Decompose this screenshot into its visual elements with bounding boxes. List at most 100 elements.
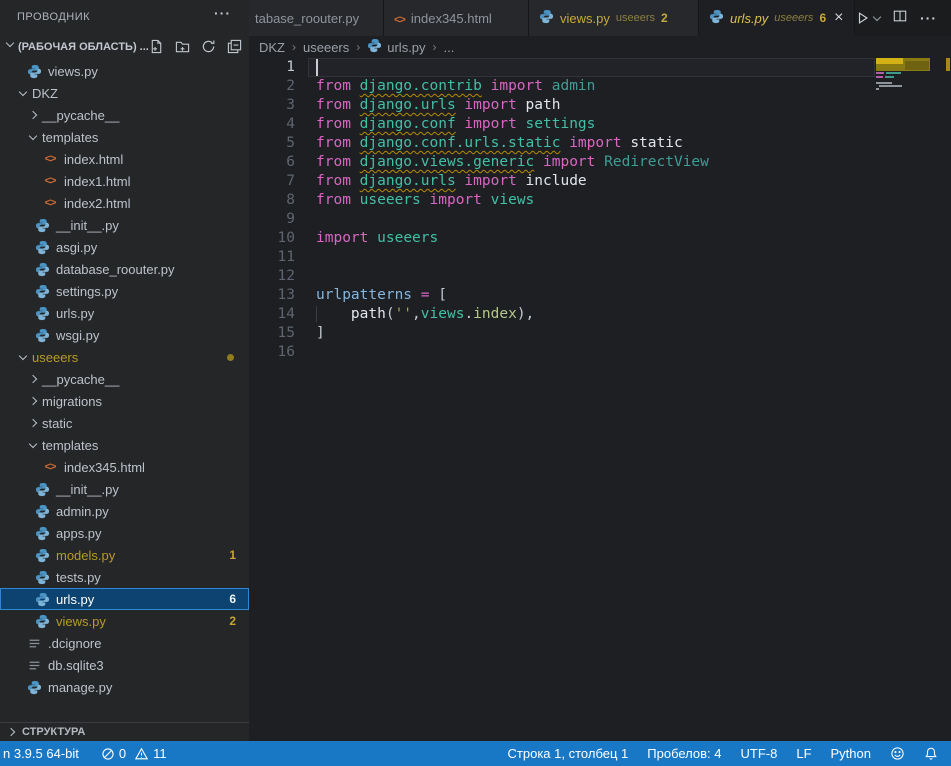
python-icon	[35, 240, 50, 255]
code-line-1[interactable]: 1	[249, 58, 951, 77]
new-folder-button[interactable]	[175, 39, 190, 54]
tree-item-views-py[interactable]: views.py2	[0, 610, 249, 632]
breadcrumb-item-dkz[interactable]: DKZ	[259, 40, 285, 55]
language-mode-item[interactable]: Python	[831, 746, 871, 761]
code-line-7[interactable]: 7from django.urls import include	[249, 172, 951, 191]
tree-item-apps-py[interactable]: apps.py	[0, 522, 249, 544]
breadcrumb-item--[interactable]: ...	[444, 40, 455, 55]
modified-dot-badge	[227, 354, 234, 361]
cursor-position-item[interactable]: Строка 1, столбец 1	[508, 746, 629, 761]
tree-item-db-sqlite3[interactable]: db.sqlite3	[0, 654, 249, 676]
code-line-15[interactable]: 15]	[249, 324, 951, 343]
tab-tabase-roouter-py[interactable]: tabase_roouter.py	[249, 0, 384, 36]
line-number: 14	[249, 305, 295, 324]
tree-item-urls-py[interactable]: urls.py	[0, 302, 249, 324]
tab-index345-html[interactable]: <>index345.html	[384, 0, 529, 36]
code-line-6[interactable]: 6from django.views.generic import Redire…	[249, 153, 951, 172]
code-line-8[interactable]: 8from useeers import views	[249, 191, 951, 210]
tree-item-wsgi-py[interactable]: wsgi.py	[0, 324, 249, 346]
bell-icon[interactable]	[924, 746, 938, 761]
tree-item-migrations[interactable]: migrations	[0, 390, 249, 412]
python-interpreter-item[interactable]: n 3.9.5 64-bit	[3, 746, 79, 761]
breadcrumb-item-urls-py[interactable]: urls.py	[367, 38, 425, 56]
code-line-5[interactable]: 5from django.conf.urls.static import sta…	[249, 134, 951, 153]
code-line-10[interactable]: 10import useeers	[249, 229, 951, 248]
tree-item-views-py[interactable]: views.py	[0, 60, 249, 82]
tree-item-useeers[interactable]: useeers	[0, 346, 249, 368]
code-line-14[interactable]: 14 path('',views.index),	[249, 305, 951, 324]
outline-section-header[interactable]: СТРУКТУРА	[0, 722, 249, 741]
line-number: 2	[249, 77, 295, 96]
problems-item[interactable]: 0 11	[101, 746, 167, 761]
refresh-button[interactable]	[201, 39, 216, 54]
feedback-icon[interactable]	[890, 746, 905, 761]
tree-item-asgi-py[interactable]: asgi.py	[0, 236, 249, 258]
tree-item-settings-py[interactable]: settings.py	[0, 280, 249, 302]
workspace-section-header[interactable]: (РАБОЧАЯ ОБЛАСТЬ) ...	[0, 35, 249, 58]
tree-item-label: database_roouter.py	[56, 262, 175, 277]
run-python-file-button[interactable]	[856, 11, 880, 25]
tree-item-index-html[interactable]: <>index.html	[0, 148, 249, 170]
tree-item-dkz[interactable]: DKZ	[0, 82, 249, 104]
close-icon[interactable]: ×	[834, 10, 843, 26]
code-line-16[interactable]: 16	[249, 343, 951, 362]
code-editor[interactable]: 12from django.contrib import admin3from …	[249, 58, 951, 741]
tree-item-database-roouter-py[interactable]: database_roouter.py	[0, 258, 249, 280]
split-editor-button[interactable]	[893, 9, 907, 28]
code-line-11[interactable]: 11	[249, 248, 951, 267]
tree-item-label: views.py	[48, 64, 98, 79]
encoding-item[interactable]: UTF-8	[741, 746, 778, 761]
tree-item--init-py[interactable]: __init__.py	[0, 214, 249, 236]
indentation-item[interactable]: Пробелов: 4	[647, 746, 721, 761]
tree-item-label: migrations	[42, 394, 102, 409]
code-line-3[interactable]: 3from django.urls import path	[249, 96, 951, 115]
new-file-button[interactable]	[149, 39, 164, 54]
collapse-all-button[interactable]	[227, 39, 242, 54]
explorer-more-actions-icon[interactable]: ···	[214, 5, 231, 21]
tab-urls-py[interactable]: urls.pyuseeers6×	[699, 0, 855, 36]
tree-item--pycache-[interactable]: __pycache__	[0, 368, 249, 390]
tree-item-manage-py[interactable]: manage.py	[0, 676, 249, 698]
chevron-right-icon	[29, 375, 37, 383]
tree-item-label: __pycache__	[42, 372, 119, 387]
tree-item-tests-py[interactable]: tests.py	[0, 566, 249, 588]
tree-item-index345-html[interactable]: <>index345.html	[0, 456, 249, 478]
tree-item-label: settings.py	[56, 284, 118, 299]
tree-item--pycache-[interactable]: __pycache__	[0, 104, 249, 126]
tree-item-label: wsgi.py	[56, 328, 99, 343]
tree-item-templates[interactable]: templates	[0, 126, 249, 148]
overview-ruler[interactable]	[944, 58, 951, 741]
code-line-12[interactable]: 12	[249, 267, 951, 286]
tree-item--dcignore[interactable]: .dcignore	[0, 632, 249, 654]
tab-views-py[interactable]: views.pyuseeers2	[529, 0, 699, 36]
tree-item--init-py[interactable]: __init__.py	[0, 478, 249, 500]
eol-item[interactable]: LF	[796, 746, 811, 761]
tree-item-label: DKZ	[32, 86, 58, 101]
code-line-9[interactable]: 9	[249, 210, 951, 229]
tree-item-admin-py[interactable]: admin.py	[0, 500, 249, 522]
python-icon	[35, 328, 50, 343]
code-line-13[interactable]: 13urlpatterns = [	[249, 286, 951, 305]
breadcrumb-separator: ›	[433, 40, 437, 54]
more-actions-icon[interactable]: ···	[920, 10, 937, 26]
chevron-down-icon	[19, 351, 27, 359]
editor-tab-bar: tabase_roouter.py<>index345.htmlviews.py…	[249, 0, 951, 36]
tree-item-templates[interactable]: templates	[0, 434, 249, 456]
minimap[interactable]	[875, 58, 943, 741]
tree-item-label: manage.py	[48, 680, 112, 695]
tree-item-models-py[interactable]: models.py1	[0, 544, 249, 566]
code-line-4[interactable]: 4from django.conf import settings	[249, 115, 951, 134]
python-icon	[27, 64, 42, 79]
tree-item-static[interactable]: static	[0, 412, 249, 434]
breadcrumb-item-useeers[interactable]: useeers	[303, 40, 349, 55]
outline-section-label: СТРУКТУРА	[22, 726, 85, 738]
workspace-section-label: (РАБОЧАЯ ОБЛАСТЬ) ...	[18, 41, 149, 53]
tree-item-index1-html[interactable]: <>index1.html	[0, 170, 249, 192]
code-line-2[interactable]: 2from django.contrib import admin	[249, 77, 951, 96]
code-lines[interactable]: 12from django.contrib import admin3from …	[249, 58, 951, 362]
tree-item-urls-py[interactable]: urls.py6	[0, 588, 249, 610]
error-count: 0	[119, 746, 126, 761]
tree-item-label: db.sqlite3	[48, 658, 104, 673]
tree-item-index2-html[interactable]: <>index2.html	[0, 192, 249, 214]
error-icon	[101, 747, 115, 761]
